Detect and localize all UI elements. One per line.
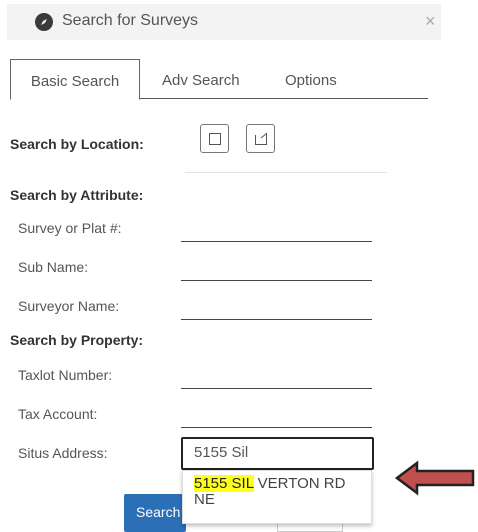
- left-arrow-icon: [395, 460, 475, 496]
- search-panel: Search for Surveys × Basic Search Adv Se…: [0, 0, 478, 532]
- tab-basic-search[interactable]: Basic Search: [10, 59, 140, 100]
- tab-adv-search[interactable]: Adv Search: [162, 59, 240, 99]
- tax-account-label: Tax Account:: [18, 406, 98, 422]
- address-suggestion[interactable]: 5155 SIL VERTON RD NE: [182, 470, 372, 524]
- property-heading: Search by Property:: [10, 332, 144, 348]
- situs-address-input[interactable]: 5155 Sil: [181, 437, 374, 470]
- attribute-heading: Search by Attribute:: [10, 187, 144, 203]
- taxlot-number-input[interactable]: [181, 388, 372, 389]
- situs-address-label: Situs Address:: [18, 445, 108, 461]
- survey-plat-input[interactable]: [181, 241, 372, 242]
- divider: [185, 172, 387, 173]
- tab-options[interactable]: Options: [285, 59, 337, 99]
- location-heading: Search by Location:: [10, 136, 144, 152]
- polygon-icon: [255, 132, 267, 145]
- sub-name-input[interactable]: [181, 280, 372, 281]
- select-polygon-button[interactable]: [246, 124, 275, 153]
- suggestion-text: 5155 SIL VERTON RD NE: [194, 475, 369, 508]
- surveyor-name-label: Surveyor Name:: [18, 298, 120, 314]
- close-icon[interactable]: ×: [425, 11, 436, 32]
- search-button[interactable]: Search: [124, 494, 186, 532]
- survey-plat-label: Survey or Plat #:: [18, 220, 122, 236]
- surveyor-name-input[interactable]: [181, 319, 372, 320]
- panel-header: Search for Surveys ×: [7, 4, 441, 40]
- select-rectangle-button[interactable]: [200, 124, 229, 153]
- tab-bar: Basic Search Adv Search Options: [10, 59, 428, 100]
- tax-account-input[interactable]: [181, 427, 372, 428]
- panel-title: Search for Surveys: [62, 12, 199, 29]
- compass-icon: [35, 13, 53, 31]
- taxlot-number-label: Taxlot Number:: [18, 367, 113, 383]
- rectangle-icon: [209, 133, 221, 145]
- suggestion-match: 5155 SIL: [194, 475, 254, 492]
- sub-name-label: Sub Name:: [18, 259, 89, 275]
